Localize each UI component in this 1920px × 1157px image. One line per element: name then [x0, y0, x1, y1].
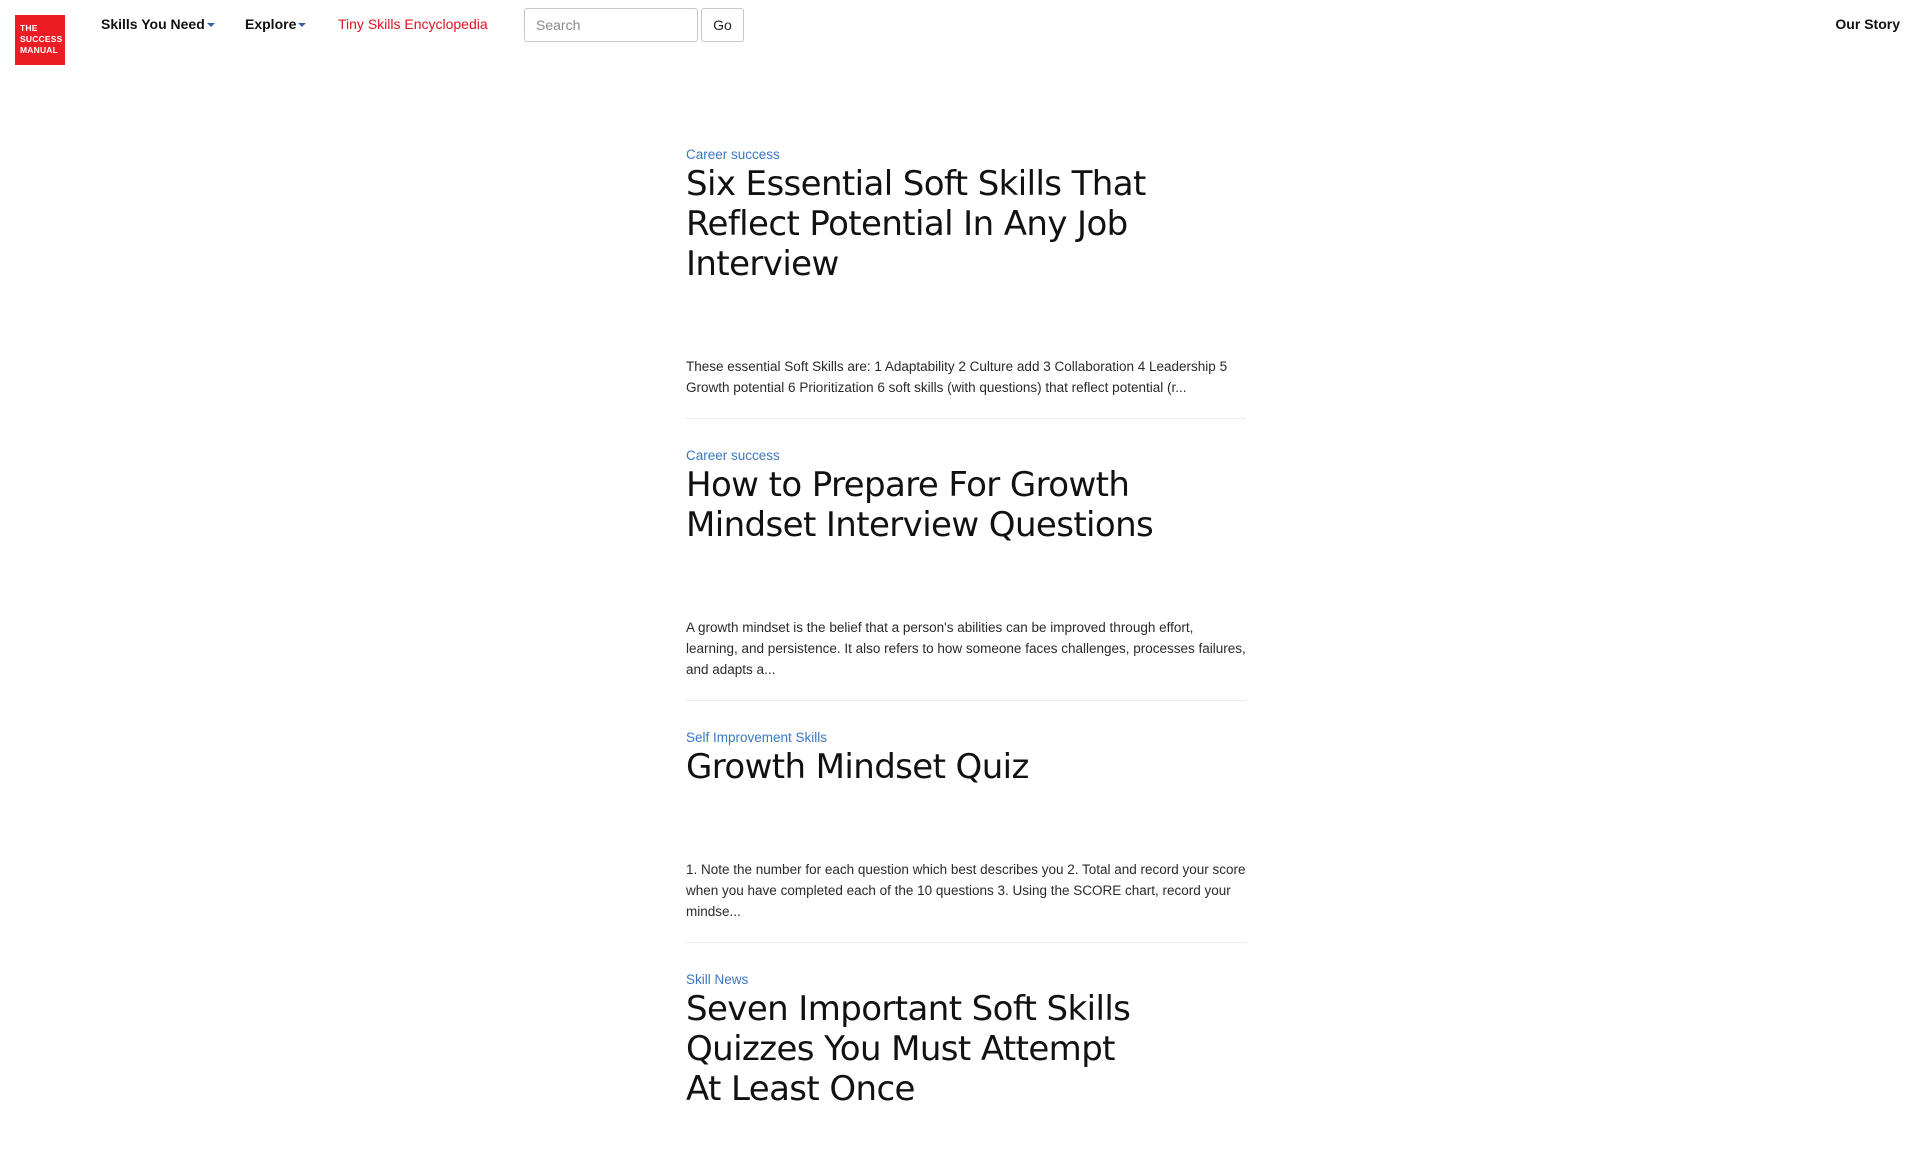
logo-line-3: MANUAL: [20, 45, 59, 55]
nav-explore-dropdown[interactable]: Explore: [245, 16, 307, 32]
nav-skills-label: Skills You Need: [101, 16, 205, 32]
article-feed: Career success Six Essential Soft Skills…: [686, 146, 1246, 1157]
nav-tiny-skills-encyclopedia-link[interactable]: Tiny Skills Encyclopedia: [338, 16, 488, 32]
article-card: Skill News Seven Important Soft Skills Q…: [686, 971, 1246, 1129]
caret-down-icon: [206, 23, 215, 28]
nav-skills-you-need-dropdown[interactable]: Skills You Need: [101, 16, 215, 32]
caret-down-icon: [298, 23, 307, 28]
article-card: Career success How to Prepare For Growth…: [686, 447, 1246, 701]
article-category-link[interactable]: Self Improvement Skills: [686, 730, 827, 745]
article-excerpt: A growth mindset is the belief that a pe…: [686, 620, 1246, 677]
article-title[interactable]: How to Prepare For Growth Mindset Interv…: [686, 465, 1156, 545]
logo-line-2: SUCCESS: [20, 34, 63, 44]
logo-line-1: THE: [20, 23, 38, 33]
article-card: Career success Six Essential Soft Skills…: [686, 146, 1246, 419]
article-category-link[interactable]: Career success: [686, 147, 780, 162]
article-title[interactable]: Seven Important Soft Skills Quizzes You …: [686, 989, 1156, 1109]
article-category-link[interactable]: Career success: [686, 448, 780, 463]
search-go-button[interactable]: Go: [701, 8, 744, 42]
article-card: Self Improvement Skills Growth Mindset Q…: [686, 729, 1246, 943]
article-title[interactable]: Growth Mindset Quiz: [686, 747, 1156, 787]
article-excerpt: These essential Soft Skills are: 1 Adapt…: [686, 359, 1228, 395]
article-title[interactable]: Six Essential Soft Skills That Reflect P…: [686, 164, 1156, 284]
top-navigation: THE SUCCESS MANUAL Skills You Need Explo…: [0, 0, 1920, 80]
search-input[interactable]: [524, 8, 698, 42]
nav-our-story-link[interactable]: Our Story: [1835, 16, 1900, 32]
nav-explore-label: Explore: [245, 16, 297, 32]
article-category-link[interactable]: Skill News: [686, 972, 748, 987]
site-logo[interactable]: THE SUCCESS MANUAL: [15, 15, 65, 65]
article-excerpt: 1. Note the number for each question whi…: [686, 862, 1246, 919]
